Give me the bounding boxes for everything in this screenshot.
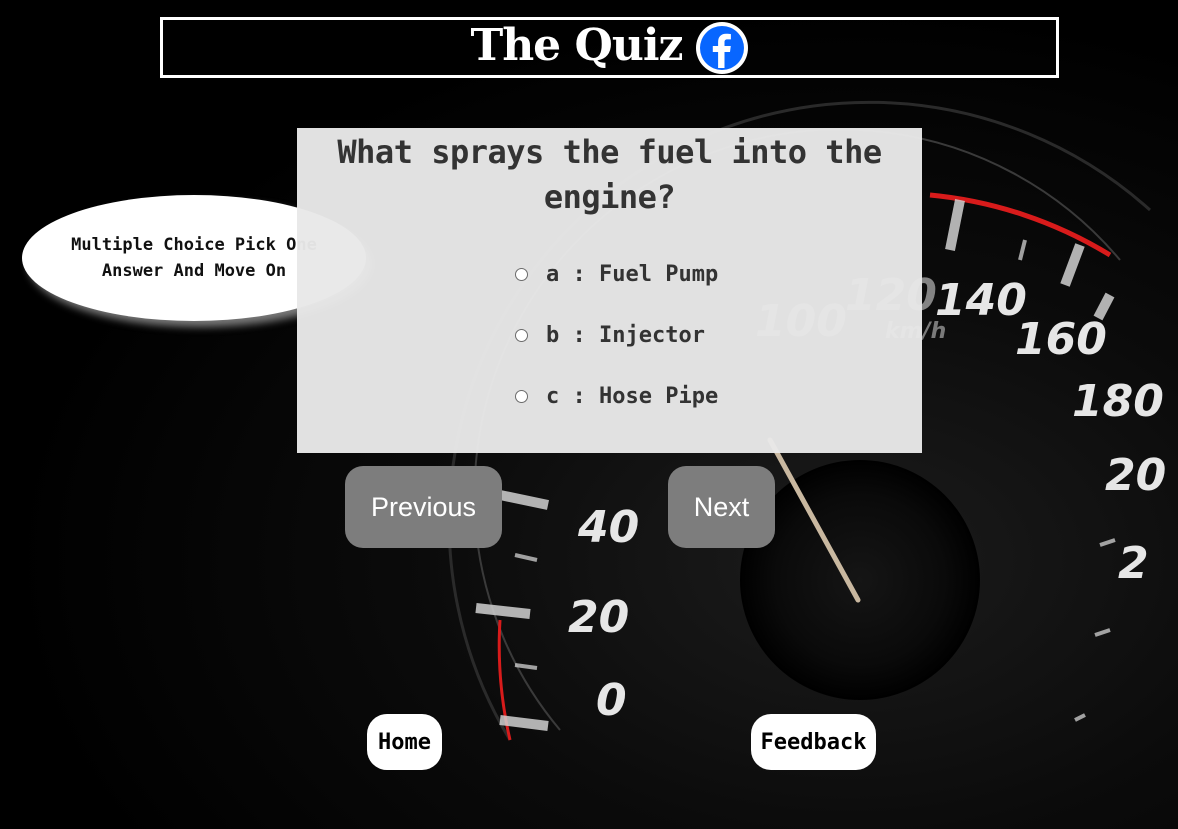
answer-label: c : Hose Pipe	[546, 384, 719, 409]
svg-text:40: 40	[577, 502, 639, 553]
next-button[interactable]: Next	[668, 466, 775, 548]
svg-text:2: 2	[1118, 538, 1149, 589]
site-header: The Quiz	[160, 17, 1059, 78]
svg-text:160: 160	[1015, 314, 1107, 365]
radio-button[interactable]	[515, 329, 528, 342]
radio-button[interactable]	[515, 390, 528, 403]
answer-option-a[interactable]: a : Fuel Pump	[515, 262, 718, 287]
question-card: What sprays the fuel into the engine? a …	[297, 128, 922, 453]
quiz-page: 0 20 40 160 180 20 2 140 100 120 km/h Th…	[0, 0, 1178, 829]
answer-option-c[interactable]: c : Hose Pipe	[515, 384, 718, 409]
svg-text:20: 20	[568, 592, 629, 643]
feedback-link[interactable]: Feedback	[751, 714, 876, 770]
svg-text:140: 140	[935, 275, 1027, 326]
previous-button[interactable]: Previous	[345, 466, 502, 548]
facebook-icon[interactable]	[695, 21, 749, 75]
answer-label: b : Injector	[546, 323, 705, 348]
page-title: The Quiz	[470, 20, 683, 71]
instructions-text: Multiple Choice Pick One Answer And Move…	[71, 235, 317, 281]
svg-text:0: 0	[596, 675, 627, 726]
answer-label: a : Fuel Pump	[546, 262, 719, 287]
question-text: What sprays the fuel into the engine?	[337, 133, 882, 216]
svg-text:180: 180	[1072, 376, 1164, 427]
svg-text:20: 20	[1105, 450, 1166, 501]
radio-button[interactable]	[515, 268, 528, 281]
answer-option-b[interactable]: b : Injector	[515, 323, 705, 348]
home-link[interactable]: Home	[367, 714, 442, 770]
